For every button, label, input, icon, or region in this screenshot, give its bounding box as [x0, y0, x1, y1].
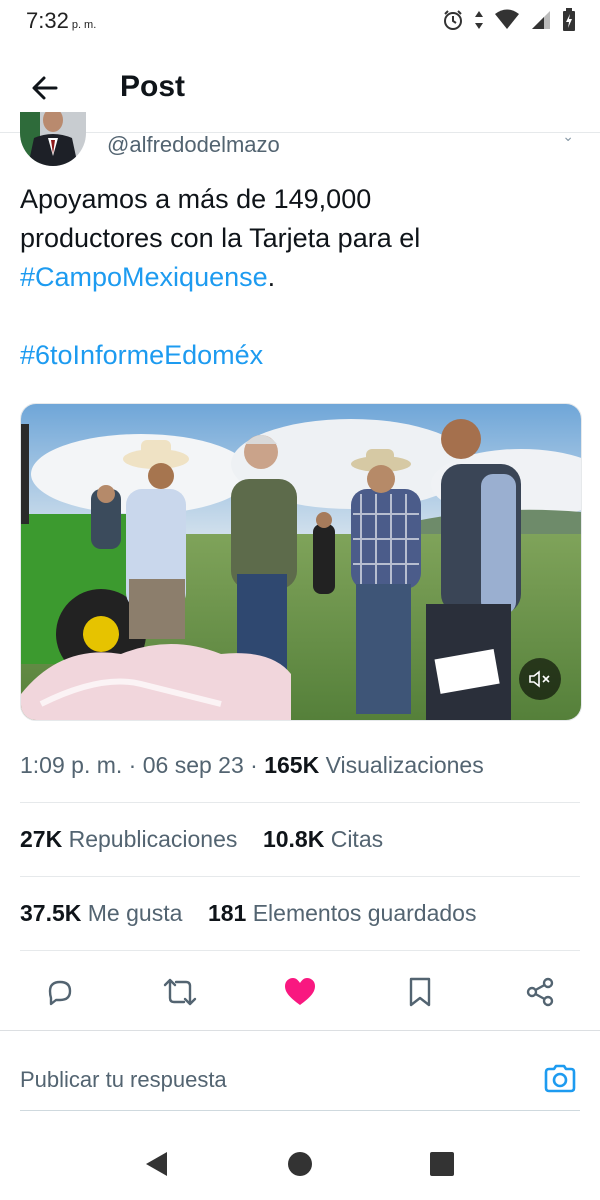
tweet-meta: 1:09 p. m. · 06 sep 23 · 165K Visualizac…	[20, 752, 484, 779]
status-bar: 7:32 p. m.	[0, 0, 600, 42]
like-button[interactable]	[274, 966, 326, 1018]
tweet-date[interactable]: 06 sep 23	[143, 752, 244, 778]
share-icon	[526, 977, 554, 1007]
square-recents-icon	[430, 1152, 454, 1176]
hashtag-6to-informe[interactable]: #6toInformeEdoméx	[20, 340, 263, 370]
tweet-line-3: #CampoMexiquense.	[20, 258, 580, 297]
reply-divider	[20, 1110, 580, 1111]
mute-button[interactable]	[519, 658, 561, 700]
tweet-text: Apoyamos a más de 149,000 productores co…	[20, 180, 580, 375]
like-icon	[285, 978, 315, 1005]
views-count: 165K	[264, 752, 320, 778]
meta-separator-2: ·	[250, 752, 258, 778]
arrow-left-icon	[32, 76, 58, 100]
hashtag-campo-mexiquense[interactable]: #CampoMexiquense	[20, 262, 268, 292]
camera-button[interactable]	[542, 1061, 578, 1097]
system-nav-bar	[0, 1130, 600, 1200]
repost-icon	[163, 978, 197, 1006]
page-title: Post	[120, 70, 186, 103]
back-button[interactable]	[26, 68, 66, 108]
status-icons	[442, 8, 576, 32]
divider	[20, 802, 580, 803]
nav-recents-button[interactable]	[424, 1146, 460, 1182]
data-arrows-icon	[475, 11, 483, 29]
action-bar	[0, 966, 600, 1018]
more-options-icon[interactable]: ⌄	[562, 128, 574, 145]
circle-home-icon	[288, 1152, 312, 1176]
status-time: 7:32 p. m.	[26, 8, 96, 34]
tweet-time[interactable]: 1:09 p. m.	[20, 752, 122, 778]
reposts-count: 27K	[20, 826, 63, 852]
camera-icon	[544, 1064, 576, 1093]
avatar[interactable]	[20, 112, 86, 166]
reply-button[interactable]	[34, 966, 86, 1018]
bookmarks-count: 181	[207, 900, 247, 926]
bookmarks-stat[interactable]: 181 Elementos guardados	[208, 900, 477, 926]
nav-home-button[interactable]	[282, 1146, 318, 1182]
volume-muted-icon	[529, 670, 550, 688]
stats-row-likes: 37.5K Me gusta 181 Elementos guardados	[20, 900, 476, 927]
quotes-label: Citas	[330, 826, 384, 852]
nav-back-button[interactable]	[138, 1146, 174, 1182]
tweet-line-1: Apoyamos a más de 149,000	[20, 184, 372, 214]
author-handle[interactable]: @alfredodelmazo	[107, 132, 280, 158]
triangle-back-icon	[146, 1152, 167, 1176]
tweet-video[interactable]	[20, 403, 582, 721]
alarm-icon	[444, 10, 462, 30]
reply-icon	[48, 980, 72, 1006]
likes-count: 37.5K	[20, 900, 82, 926]
reposts-label: Republicaciones	[68, 826, 238, 852]
bookmark-button[interactable]	[394, 966, 446, 1018]
divider	[20, 876, 580, 877]
repost-button[interactable]	[154, 966, 206, 1018]
quotes-count: 10.8K	[262, 826, 325, 852]
avatar-image	[20, 112, 86, 166]
wifi-icon	[495, 9, 519, 29]
signal-icon	[532, 11, 550, 29]
tweet-period: .	[267, 262, 276, 292]
reply-bar: Publicar tu respuesta	[0, 1030, 600, 1113]
likes-label: Me gusta	[87, 900, 183, 926]
likes-stat[interactable]: 37.5K Me gusta	[20, 900, 182, 926]
divider	[20, 950, 580, 951]
status-ampm: p. m.	[71, 19, 97, 31]
battery-icon	[563, 8, 575, 31]
tweet-line-2: productores con la Tarjeta para el	[20, 223, 421, 253]
video-frame	[21, 404, 581, 720]
post-header: Post	[0, 42, 600, 133]
views-label: Visualizaciones	[325, 752, 484, 778]
reposts-stat[interactable]: 27K Republicaciones	[20, 826, 237, 852]
quotes-stat[interactable]: 10.8K Citas	[263, 826, 383, 852]
stats-row-reposts: 27K Republicaciones 10.8K Citas	[20, 826, 383, 853]
share-button[interactable]	[514, 966, 566, 1018]
bookmarks-label: Elementos guardados	[252, 900, 477, 926]
reply-input[interactable]: Publicar tu respuesta	[20, 1067, 227, 1093]
meta-separator-1: ·	[128, 752, 137, 778]
bookmark-icon	[409, 977, 431, 1007]
status-time-value: 7:32	[26, 8, 69, 33]
